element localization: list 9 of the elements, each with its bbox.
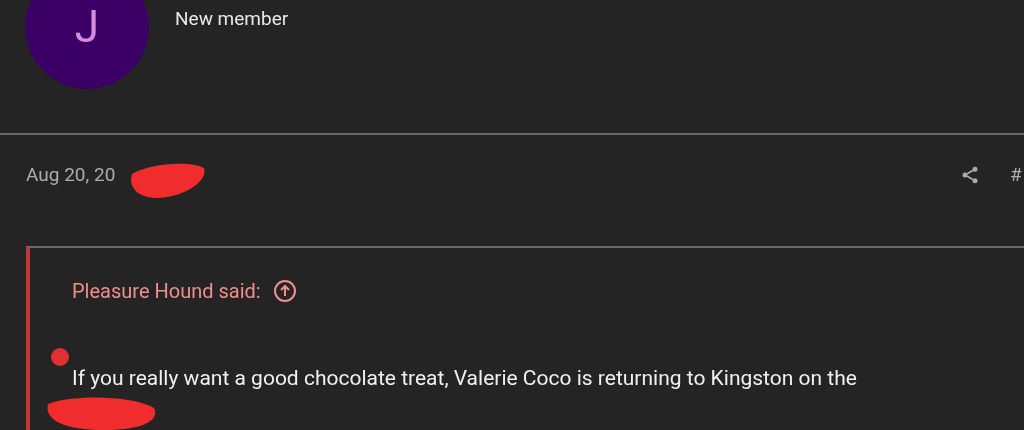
post-number[interactable]: # [1010, 160, 1024, 190]
post-date[interactable]: Aug 20, 20 [26, 160, 116, 190]
quote-text: If you really want a good chocolate treat, Valerie Coco is returning to Kingston on the [72, 365, 858, 392]
user-role: New member [175, 6, 289, 32]
quote-attribution[interactable]: Pleasure Hound said: [72, 276, 261, 306]
share-icon[interactable] [960, 165, 980, 185]
avatar: J [25, 0, 149, 89]
redaction-mark [50, 347, 70, 367]
arrow-up-circle-icon[interactable] [272, 279, 297, 303]
